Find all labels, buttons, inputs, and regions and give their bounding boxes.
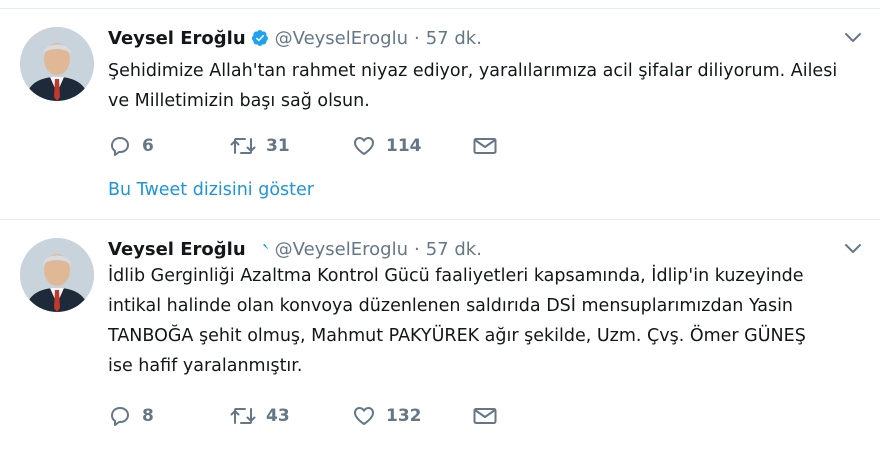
separator-dot: ·: [413, 238, 420, 260]
like-button[interactable]: 114: [352, 132, 422, 160]
direct-message-button[interactable]: [472, 132, 498, 160]
verified-badge-icon: [251, 29, 269, 47]
author-handle[interactable]: @VeyselEroglu: [275, 28, 408, 49]
author-name[interactable]: Veysel Eroğlu: [108, 28, 246, 49]
tweet-text-line: Şehidimize Allah'tan rahmet niyaz ediyor…: [108, 61, 838, 81]
like-count: 114: [386, 136, 422, 156]
tweet-header: Veysel Eroğlu @VeyselEroglu · 57 dk.: [108, 236, 482, 262]
tweet-header: Veysel Eroğlu @VeyselEroglu · 57 dk.: [108, 25, 482, 51]
heart-icon: [354, 407, 374, 425]
tweet-text: Şehidimize Allah'tan rahmet niyaz ediyor…: [108, 56, 858, 116]
retweet-button[interactable]: 43: [230, 402, 290, 430]
tweet-2[interactable]: Veysel Eroğlu @VeyselEroglu · 57 dk. İdl…: [0, 220, 880, 453]
reply-count: 8: [142, 406, 154, 426]
reply-icon: [111, 137, 129, 156]
tweet-1[interactable]: Veysel Eroğlu @VeyselEroglu · 57 dk. Şeh…: [0, 9, 880, 219]
retweet-count: 31: [266, 136, 290, 156]
heart-icon: [354, 137, 374, 155]
retweet-button[interactable]: 31: [230, 132, 290, 160]
avatar[interactable]: [20, 238, 94, 312]
retweet-icon: [230, 408, 256, 424]
tweet-text-line: İdlib Gerginliği Azaltma Kontrol Gücü fa…: [108, 266, 804, 286]
author-name[interactable]: Veysel Eroğlu: [108, 239, 246, 260]
timestamp[interactable]: 57 dk.: [426, 239, 482, 260]
reply-button[interactable]: 8: [108, 402, 154, 430]
tweet-text-line: intikal halinde olan konvoya düzenlenen …: [108, 296, 794, 316]
author-handle[interactable]: @VeyselEroglu: [275, 239, 408, 260]
envelope-icon: [473, 138, 497, 154]
like-button[interactable]: 132: [352, 402, 422, 430]
avatar[interactable]: [20, 27, 94, 101]
tweet-text-line: ve Milletimizin başı sağ olsun.: [108, 91, 370, 111]
direct-message-button[interactable]: [472, 402, 498, 430]
like-count: 132: [386, 406, 422, 426]
retweet-icon: [230, 138, 256, 154]
separator-dot: ·: [413, 27, 420, 49]
avatar-portrait-icon: [20, 27, 94, 101]
verified-badge-icon: [251, 240, 269, 258]
tweet-text: İdlib Gerginliği Azaltma Kontrol Gücü fa…: [108, 261, 858, 381]
avatar-portrait-icon: [20, 238, 94, 312]
tweet-text-line: TANBOĞA şehit olmuş, Mahmut PAKYÜREK ağı…: [108, 326, 806, 346]
timestamp[interactable]: 57 dk.: [426, 28, 482, 49]
envelope-icon: [473, 408, 497, 424]
reply-button[interactable]: 6: [108, 132, 154, 160]
reply-icon: [111, 407, 129, 426]
retweet-count: 43: [266, 406, 290, 426]
show-thread-link[interactable]: Bu Tweet dizisini göster: [108, 180, 314, 200]
reply-count: 6: [142, 136, 154, 156]
chevron-down-icon[interactable]: [844, 31, 862, 45]
tweet-text-line: ise hafif yaralanmıştır.: [108, 356, 303, 376]
chevron-down-icon[interactable]: [844, 242, 862, 256]
